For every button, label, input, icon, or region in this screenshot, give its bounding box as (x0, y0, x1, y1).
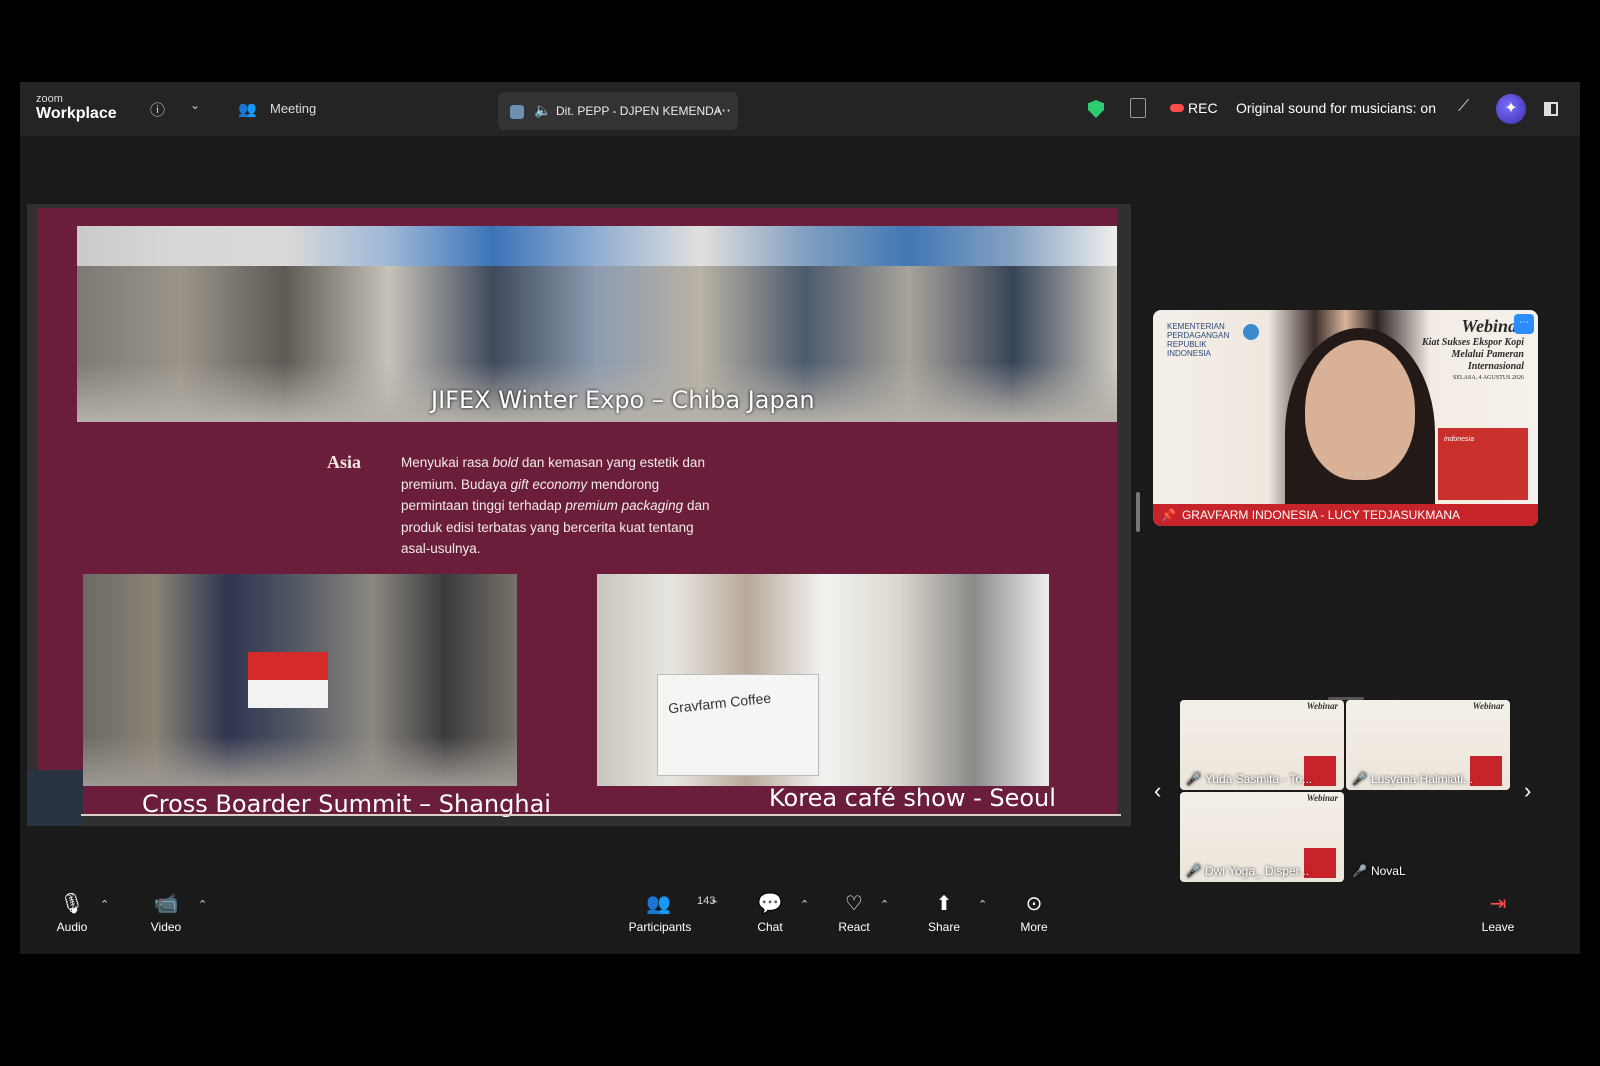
heart-icon: ♡ (845, 893, 863, 915)
shield-icon[interactable] (1088, 100, 1104, 118)
chat-icon: 💬 (757, 893, 783, 915)
shared-screen: JIFEX Winter Expo – Chiba Japan Asia Men… (27, 204, 1131, 826)
slide-corner-decoration (27, 770, 83, 826)
rec-label: REC (1188, 100, 1218, 116)
participant-name: 🎤 Yuda Sasmita - To... (1186, 772, 1313, 786)
more-button[interactable]: ⊙ More (1012, 890, 1056, 934)
audio-options-caret[interactable]: ⌃ (100, 898, 109, 911)
leave-button[interactable]: ⇥ Leave (1476, 890, 1520, 934)
pin-icon: 📌 (1161, 508, 1176, 522)
tile-webinar-label: Webinar (1306, 793, 1338, 803)
cloud-record-icon (1170, 104, 1184, 112)
ministry-logo-text: KEMENTERIAN PERDAGANGAN REPUBLIK INDONES… (1167, 322, 1230, 358)
share-label: Share (927, 920, 961, 934)
participants-icon: 👥 (646, 893, 671, 915)
speaker-icon[interactable]: 🔈 (534, 102, 551, 119)
participant-tile[interactable]: Webinar 🎤 Yuda Sasmita - To... (1180, 700, 1344, 790)
share-options-caret[interactable]: ⌃ (978, 898, 987, 911)
participant-tile[interactable]: Webinar 🎤 Lusyana Halmiati... (1346, 700, 1510, 790)
tile-booth-graphic (1470, 756, 1502, 786)
chat-button[interactable]: 💬 Chat (748, 890, 792, 934)
active-speaker-video[interactable]: KEMENTERIAN PERDAGANGAN REPUBLIK INDONES… (1153, 310, 1538, 526)
react-options-caret[interactable]: ⌃ (880, 898, 889, 911)
magic-wand-icon[interactable]: ⟋ (1458, 98, 1469, 116)
chat-label: Chat (757, 920, 783, 934)
video-off-icon: 📹 (153, 893, 179, 915)
participant-name: 🎤 Lusyana Halmiati... (1352, 772, 1473, 786)
tile-webinar-label: Webinar (1306, 701, 1338, 711)
leave-label: Leave (1481, 920, 1515, 934)
screen-share-tab[interactable]: 🔈 Dit. PEPP - DJPEN KEMENDA ⋯ (498, 92, 738, 130)
booth-graphic: indonesia (1438, 428, 1528, 500)
zoom-logo: zoom Workplace (36, 94, 117, 122)
more-options-icon[interactable]: ⋯ (716, 101, 731, 119)
region-description: Menyukai rasa bold dan kemasan yang este… (401, 455, 710, 556)
mic-muted-icon: 🎤 (1352, 864, 1367, 878)
speaker-face-graphic (1305, 340, 1415, 480)
mic-muted-icon: 🎙 (59, 893, 85, 915)
resize-handle[interactable] (1136, 492, 1140, 532)
shared-window-icon (510, 105, 524, 119)
globe-logo (1243, 324, 1259, 340)
booth-counter-graphic: Gravfarm Coffee (657, 674, 819, 776)
booth-brand-label: Gravfarm Coffee (667, 689, 772, 717)
audio-label: Audio (56, 920, 88, 934)
caption-seoul: Korea café show - Seoul (769, 784, 1056, 812)
participant-tile[interactable]: 🎤 NovaL (1346, 792, 1510, 882)
logo-small-text: zoom (36, 93, 63, 105)
participant-name: 🎤 NovaL (1352, 864, 1406, 878)
video-options-icon[interactable]: ⋯ (1514, 314, 1534, 334)
share-button[interactable]: ⬆ Share (922, 890, 966, 934)
video-label: Video (150, 920, 182, 934)
info-icon[interactable]: ⓘ (150, 99, 165, 120)
speaker-name: 📌 GRAVFARM INDONESIA - LUCY TEDJASUKMANA (1161, 508, 1461, 522)
ai-companion-icon[interactable]: ✦ (1496, 94, 1526, 124)
photo-korea-cafe-show: Gravfarm Coffee (597, 574, 1049, 786)
photo-shanghai-summit (83, 574, 517, 786)
region-heading: Asia (327, 452, 362, 472)
chevron-right-icon[interactable]: › (1524, 778, 1531, 804)
participant-name: 🎤 Dwi Yoga_ Disper... (1186, 864, 1310, 878)
react-button[interactable]: ♡ React (832, 890, 876, 934)
participant-tile[interactable]: Webinar 🎤 Dwi Yoga_ Disper... (1180, 792, 1344, 882)
chevron-left-icon[interactable]: ‹ (1154, 778, 1161, 804)
notes-icon[interactable] (1130, 98, 1146, 118)
more-icon: ⊙ (1025, 893, 1043, 915)
video-button[interactable]: 📹 Video (144, 890, 188, 934)
mic-muted-icon: 🎤 (1352, 772, 1367, 786)
mic-muted-icon: 🎤 (1186, 772, 1201, 786)
top-bar: zoom Workplace ⓘ ⌄ 👥 Meeting 🔈 Dit. PEPP… (20, 82, 1580, 136)
indonesia-flag-graphic (248, 652, 328, 708)
audio-button[interactable]: 🎙 Audio (50, 890, 94, 934)
more-label: More (1020, 920, 1048, 934)
react-label: React (838, 920, 870, 934)
caption-jifex: JIFEX Winter Expo – Chiba Japan (431, 386, 815, 414)
leave-icon: ⇥ (1489, 893, 1507, 915)
participants-label: Participants (628, 920, 692, 934)
floor-graphic (83, 736, 517, 786)
meeting-label[interactable]: Meeting (270, 101, 316, 116)
participants-options-caret[interactable]: ⌃ (710, 898, 719, 911)
participants-button[interactable]: 👥 Participants (624, 890, 696, 934)
original-sound-status[interactable]: Original sound for musicians: on (1236, 100, 1436, 116)
presentation-slide: JIFEX Winter Expo – Chiba Japan Asia Men… (27, 208, 1121, 826)
logo-name: Workplace (36, 105, 117, 122)
tile-webinar-label: Webinar (1472, 701, 1504, 711)
meeting-controls: 🎙 Audio ⌃ 📹 Video ⌃ 👥 Participants 143 ⌃… (20, 882, 1580, 954)
chevron-down-icon[interactable]: ⌄ (190, 98, 200, 112)
chat-options-caret[interactable]: ⌃ (800, 898, 809, 911)
side-panel-icon[interactable] (1544, 102, 1558, 116)
booth-banner-graphic (77, 226, 1117, 266)
share-tab-title: Dit. PEPP - DJPEN KEMENDA (556, 104, 722, 118)
meeting-people-icon: 👥 (238, 101, 257, 118)
video-options-caret[interactable]: ⌃ (198, 898, 207, 911)
mic-muted-icon: 🎤 (1186, 864, 1201, 878)
recording-indicator[interactable]: REC (1170, 100, 1218, 116)
share-screen-icon: ⬆ (935, 893, 953, 915)
slide-divider (81, 814, 1121, 816)
